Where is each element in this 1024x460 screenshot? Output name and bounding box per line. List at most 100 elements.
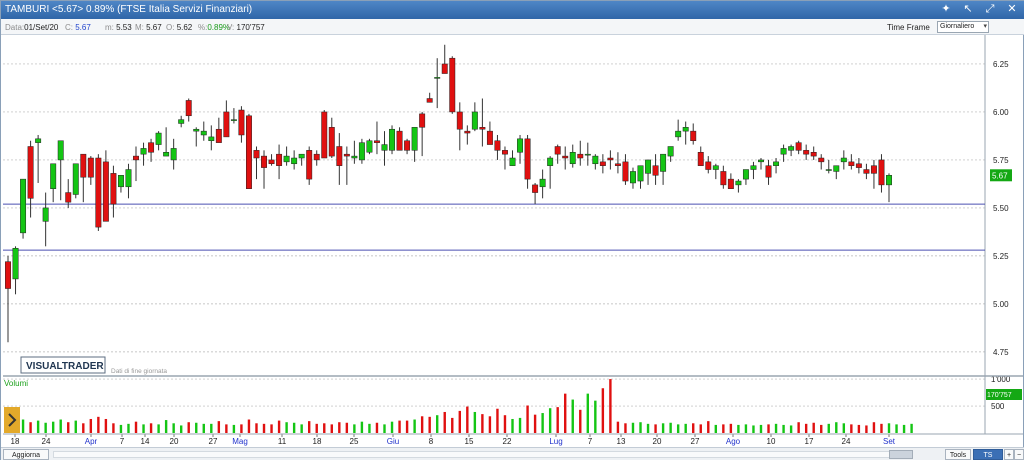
candle-body (268, 159, 275, 165)
candle-body (486, 130, 493, 145)
volume-bar (586, 393, 590, 433)
maximize-icon[interactable]: ⤢ (981, 2, 999, 17)
timeframe-select[interactable]: Giornaliero ▾ (937, 21, 989, 33)
scroll-left-button-bg (4, 407, 20, 433)
max-field: M: 5.67 (135, 23, 162, 32)
candle-body (125, 169, 132, 188)
volume-bar (548, 408, 552, 433)
volume-bar (134, 421, 138, 433)
chevron-down-icon: ▾ (983, 23, 987, 30)
candle-body (419, 113, 426, 128)
candle-body (795, 142, 802, 151)
candle-body (517, 138, 523, 153)
candle-body (645, 159, 652, 174)
volume-bar (428, 416, 431, 433)
candle-body (328, 127, 335, 157)
volume-bar (789, 425, 793, 433)
volume-bar (330, 424, 333, 433)
volume-bar (737, 424, 740, 433)
x-tick-label: 13 (617, 437, 626, 446)
volume-bar (526, 405, 529, 433)
volume-bar (97, 416, 100, 433)
candle-body (343, 153, 350, 157)
zoom-out-button[interactable]: − (1014, 449, 1024, 460)
volume-bar (383, 424, 386, 433)
volume-tick-label: 500 (991, 402, 1005, 411)
candle-body (358, 142, 365, 161)
volume-bar (323, 423, 326, 433)
candle-body (833, 165, 840, 172)
zoom-in-button[interactable]: + (1004, 449, 1014, 460)
chart-area[interactable]: 6.256.005.755.505.255.004.75 1'000500 18… (1, 35, 1024, 447)
candle-body (102, 161, 109, 222)
volume-bar (451, 417, 454, 433)
candle-body (366, 140, 373, 153)
volume-bar (232, 424, 236, 433)
candle-body (562, 155, 569, 159)
volume-bar (511, 418, 514, 433)
settings-icon[interactable]: ✦ (937, 2, 955, 17)
volume-bar (654, 424, 657, 433)
candle-body (20, 178, 27, 234)
tools-button[interactable]: Tools (945, 449, 971, 460)
candle-body (848, 161, 855, 166)
ts-off-button[interactable]: TS OFF (973, 449, 1003, 460)
volume-bar (624, 423, 627, 433)
candle-body (667, 146, 674, 157)
volume-bar (51, 421, 55, 433)
x-tick-label: 27 (209, 437, 218, 446)
volume-bar (172, 423, 175, 433)
horizontal-scrollbar[interactable] (53, 451, 893, 458)
volume-bar (503, 415, 507, 433)
volume-bar (458, 410, 461, 433)
volume-bar (82, 423, 85, 433)
volume-bar (127, 423, 130, 433)
change-field: %:0.89% (198, 23, 231, 32)
volume-bar (804, 423, 808, 433)
candlestick-series (5, 44, 892, 343)
candle-body (42, 207, 49, 222)
candle-body (95, 157, 102, 228)
arrow-icon[interactable]: ↖ (959, 2, 977, 17)
scroll-left-button[interactable] (4, 407, 20, 433)
candle-body (117, 175, 124, 188)
close-icon[interactable]: ✕ (1003, 2, 1021, 17)
volume-bar (842, 423, 846, 433)
candle-body (554, 146, 561, 155)
candle-body (87, 157, 94, 178)
volume-bar (646, 423, 650, 433)
candle-body (163, 152, 170, 157)
volume-bar (669, 422, 672, 433)
candle-body (727, 178, 734, 189)
x-tick-label: Mag (232, 437, 248, 446)
x-tick-label: Giu (387, 437, 399, 446)
x-tick-label: Apr (85, 437, 98, 446)
x-tick-label: 27 (691, 437, 700, 446)
volume-bar (616, 421, 620, 433)
x-tick-label: 15 (465, 437, 474, 446)
candle-body (245, 115, 252, 189)
x-tick-label: 24 (842, 437, 851, 446)
volume-bar (857, 424, 861, 433)
volume-bar (436, 415, 439, 433)
volume-bar (368, 423, 371, 433)
refresh-button[interactable]: Aggiorna (3, 449, 49, 460)
candle-body (607, 157, 614, 161)
price-axis: 6.25 6.00 5.75 5.50 5.25 5.00 4.75 (993, 60, 1009, 357)
candle-body (803, 150, 810, 155)
candle-body (396, 130, 403, 151)
candle-body (35, 138, 42, 143)
volume-bar (661, 423, 665, 433)
volume-bar (413, 419, 416, 433)
candle-body (351, 155, 358, 159)
volume-bar (744, 424, 748, 433)
candle-body (291, 157, 298, 165)
candle-body (404, 140, 411, 151)
candle-body (178, 119, 185, 124)
volume-bar (210, 423, 213, 433)
volume-bar (835, 422, 838, 433)
candle-body (810, 152, 817, 157)
volume-bar (292, 422, 296, 433)
candle-body (479, 127, 486, 130)
scrollbar-thumb[interactable] (889, 450, 913, 459)
